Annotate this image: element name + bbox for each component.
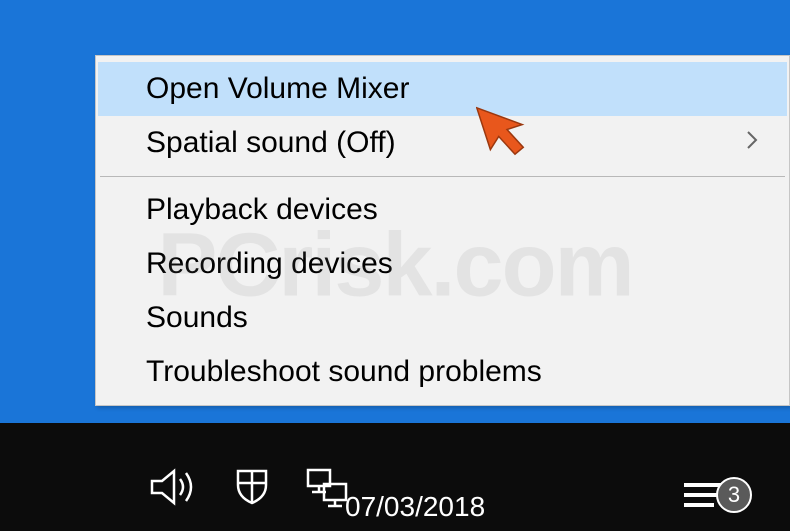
menu-item-label: Spatial sound (Off) — [146, 126, 396, 160]
taskbar-date[interactable]: 07/03/2018 — [345, 491, 485, 523]
menu-separator — [100, 176, 785, 177]
submenu-arrow-icon — [745, 129, 759, 158]
menu-item-playback-devices[interactable]: Playback devices — [98, 183, 787, 237]
notification-center[interactable]: 3 — [684, 477, 752, 513]
menu-item-sounds[interactable]: Sounds — [98, 291, 787, 345]
menu-item-troubleshoot[interactable]: Troubleshoot sound problems — [98, 345, 787, 399]
volume-context-menu: Open Volume Mixer Spatial sound (Off) Pl… — [95, 55, 790, 406]
menu-item-open-volume-mixer[interactable]: Open Volume Mixer — [98, 62, 787, 116]
menu-item-label: Troubleshoot sound problems — [146, 355, 542, 389]
menu-item-spatial-sound[interactable]: Spatial sound (Off) — [98, 116, 787, 170]
system-tray — [150, 465, 350, 509]
network-icon[interactable] — [302, 466, 350, 508]
volume-icon[interactable] — [150, 467, 202, 507]
menu-item-label: Recording devices — [146, 247, 393, 281]
menu-item-label: Sounds — [146, 301, 248, 335]
menu-item-label: Playback devices — [146, 193, 378, 227]
notification-count-badge: 3 — [716, 477, 752, 513]
menu-item-recording-devices[interactable]: Recording devices — [98, 237, 787, 291]
taskbar: 07/03/2018 3 — [0, 423, 790, 531]
menu-item-label: Open Volume Mixer — [146, 72, 409, 106]
security-icon[interactable] — [230, 465, 274, 509]
